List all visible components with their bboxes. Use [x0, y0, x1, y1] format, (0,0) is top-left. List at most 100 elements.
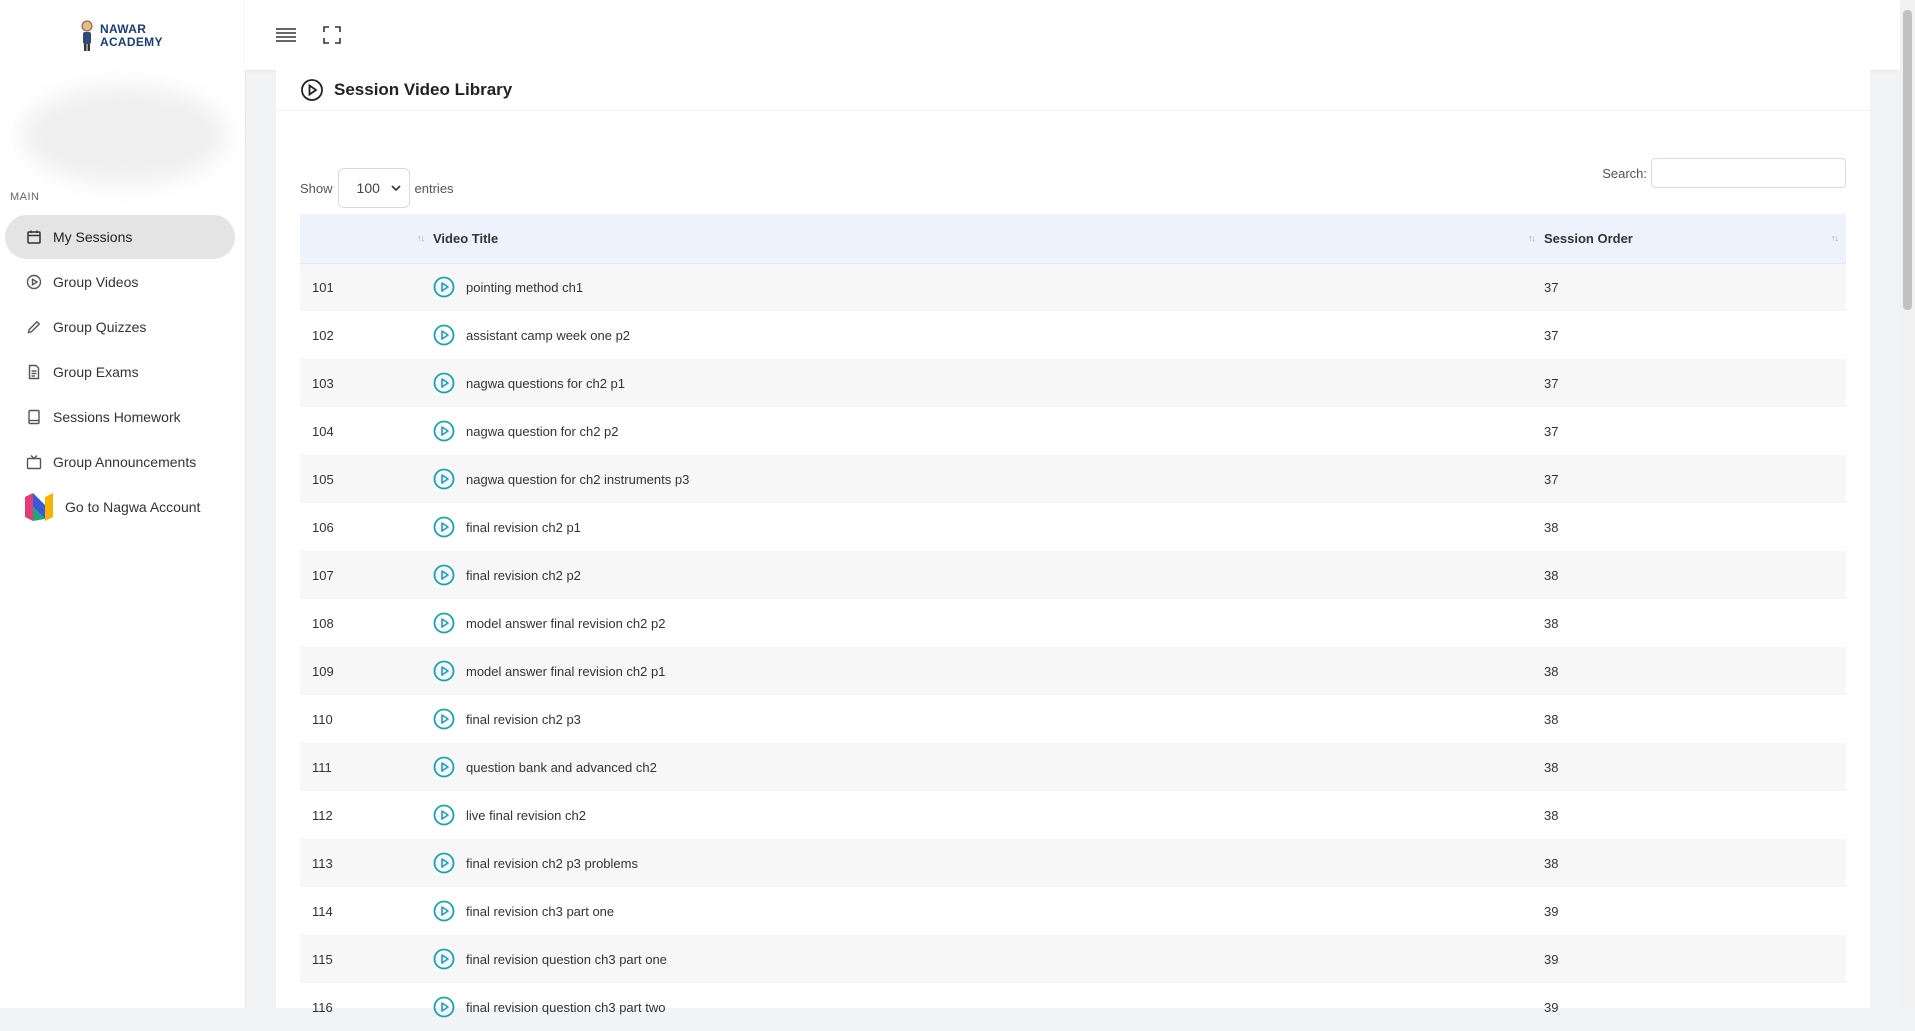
scrollbar-thumb[interactable]: [1903, 10, 1912, 310]
row-number: 108: [312, 615, 334, 631]
row-number: 111: [312, 759, 332, 775]
session-order: 37: [1544, 375, 1559, 391]
play-video-icon[interactable]: [433, 372, 455, 394]
play-video-icon[interactable]: [433, 756, 455, 778]
video-title[interactable]: final revision ch2 p3 problems: [466, 856, 638, 871]
row-number: 109: [312, 663, 334, 679]
table-row[interactable]: 112 live final revision ch2 38: [300, 791, 1846, 839]
table-header-row: ↑↓ Video Title ↑↓ Session Order ↑↓: [300, 214, 1846, 264]
session-order: 37: [1544, 279, 1559, 295]
video-title-cell: final revision ch2 p3 problems: [432, 839, 1543, 887]
video-title-cell: final revision ch3 part one: [432, 887, 1543, 935]
table-row[interactable]: 115 final revision question ch3 part one 3…: [300, 935, 1846, 983]
sidebar-item-label: My Sessions: [53, 229, 133, 245]
video-title[interactable]: nagwa questions for ch2 p1: [466, 376, 625, 391]
profile-area: [22, 85, 227, 185]
play-video-icon[interactable]: [433, 324, 455, 346]
play-video-icon[interactable]: [433, 420, 455, 442]
hamburger-icon[interactable]: [273, 22, 299, 48]
entries-value: 100: [356, 180, 380, 196]
play-circle-icon: [301, 79, 323, 101]
play-video-icon[interactable]: [433, 564, 455, 586]
column-header-video-title[interactable]: Video Title ↑↓: [432, 214, 1543, 264]
table-row[interactable]: 113 final revision ch2 p3 problems 38: [300, 839, 1846, 887]
video-title-cell: nagwa question for ch2 instruments p3: [432, 455, 1543, 503]
tv-icon: [25, 453, 43, 471]
session-order: 38: [1544, 615, 1559, 631]
video-title[interactable]: model answer final revision ch2 p1: [466, 664, 665, 679]
video-title[interactable]: final revision ch2 p1: [466, 520, 581, 535]
session-order: 37: [1544, 327, 1559, 343]
column-header-session-order[interactable]: Session Order ↑↓: [1543, 214, 1846, 264]
entries-select[interactable]: 100: [337, 168, 410, 208]
sidebar-item-sessions-homework[interactable]: Sessions Homework: [5, 395, 235, 439]
entries-label: entries: [414, 180, 454, 196]
play-video-icon[interactable]: [433, 612, 455, 634]
sidebar-item-group-announcements[interactable]: Group Announcements: [5, 440, 235, 484]
video-title[interactable]: final revision ch2 p3: [466, 712, 581, 727]
table-row[interactable]: 107 final revision ch2 p2 38: [300, 551, 1846, 599]
session-order: 38: [1544, 855, 1559, 871]
video-title[interactable]: pointing method ch1: [466, 280, 583, 295]
sidebar-nav: My Sessions Group Videos Group Quizzes G…: [5, 215, 235, 530]
video-title[interactable]: question bank and advanced ch2: [466, 760, 657, 775]
table-row[interactable]: 101 pointing method ch1 37: [300, 263, 1846, 311]
table-row[interactable]: 116 final revision question ch3 part two 3…: [300, 983, 1846, 1031]
video-title[interactable]: nagwa question for ch2 p2: [466, 424, 619, 439]
search-control: Search:: [1602, 158, 1846, 188]
table-row[interactable]: 111 question bank and advanced ch2 38: [300, 743, 1846, 791]
sidebar-item-nagwa-account[interactable]: Go to Nagwa Account: [5, 485, 235, 529]
video-title[interactable]: final revision ch2 p2: [466, 568, 581, 583]
book-icon: [25, 408, 43, 426]
pencil-icon: [25, 318, 43, 336]
row-number: 106: [312, 519, 334, 535]
play-video-icon[interactable]: [433, 276, 455, 298]
play-video-icon[interactable]: [433, 468, 455, 490]
play-video-icon[interactable]: [433, 948, 455, 970]
sort-icon: ↑↓: [417, 233, 425, 243]
sidebar-item-label: Go to Nagwa Account: [65, 499, 201, 515]
play-video-icon[interactable]: [433, 708, 455, 730]
play-video-icon[interactable]: [433, 996, 455, 1018]
video-title[interactable]: final revision ch3 part one: [466, 904, 614, 919]
table-row[interactable]: 106 final revision ch2 p1 38: [300, 503, 1846, 551]
video-title[interactable]: nagwa question for ch2 instruments p3: [466, 472, 689, 487]
table-row[interactable]: 103 nagwa questions for ch2 p1 37: [300, 359, 1846, 407]
video-title[interactable]: model answer final revision ch2 p2: [466, 616, 665, 631]
play-video-icon[interactable]: [433, 660, 455, 682]
sidebar-item-group-exams[interactable]: Group Exams: [5, 350, 235, 394]
search-label: Search:: [1602, 165, 1647, 181]
sort-icon: ↑↓: [1831, 233, 1839, 243]
chevron-down-icon: [390, 185, 401, 191]
session-order: 37: [1544, 471, 1559, 487]
brand-logo[interactable]: NAWAR ACADEMY: [78, 20, 163, 52]
sidebar-item-label: Group Videos: [53, 274, 139, 290]
table-row[interactable]: 109 model answer final revision ch2 p1 38: [300, 647, 1846, 695]
fullscreen-icon[interactable]: [319, 22, 345, 48]
video-title-cell: final revision question ch3 part two: [432, 983, 1543, 1031]
video-title-cell: final revision question ch3 part one: [432, 935, 1543, 983]
sidebar-item-group-quizzes[interactable]: Group Quizzes: [5, 305, 235, 349]
video-title[interactable]: live final revision ch2: [466, 808, 586, 823]
sidebar-item-my-sessions[interactable]: My Sessions: [5, 215, 235, 259]
video-title[interactable]: final revision question ch3 part two: [466, 1000, 665, 1015]
table-row[interactable]: 114 final revision ch3 part one 39: [300, 887, 1846, 935]
table-row[interactable]: 105 nagwa question for ch2 instruments p3…: [300, 455, 1846, 503]
column-header-number[interactable]: ↑↓: [300, 214, 432, 264]
sidebar-item-group-videos[interactable]: Group Videos: [5, 260, 235, 304]
play-video-icon[interactable]: [433, 804, 455, 826]
video-title-cell: live final revision ch2: [432, 791, 1543, 839]
session-order: 38: [1544, 519, 1559, 535]
table-row[interactable]: 102 assistant camp week one p2 37: [300, 311, 1846, 359]
show-label: Show: [300, 180, 333, 196]
video-title[interactable]: final revision question ch3 part one: [466, 952, 667, 967]
page-scrollbar[interactable]: [1900, 0, 1915, 1008]
play-video-icon[interactable]: [433, 516, 455, 538]
table-row[interactable]: 110 final revision ch2 p3 38: [300, 695, 1846, 743]
play-video-icon[interactable]: [433, 852, 455, 874]
table-row[interactable]: 104 nagwa question for ch2 p2 37: [300, 407, 1846, 455]
table-row[interactable]: 108 model answer final revision ch2 p2 38: [300, 599, 1846, 647]
search-input[interactable]: [1651, 158, 1846, 188]
video-title[interactable]: assistant camp week one p2: [466, 328, 630, 343]
play-video-icon[interactable]: [433, 900, 455, 922]
